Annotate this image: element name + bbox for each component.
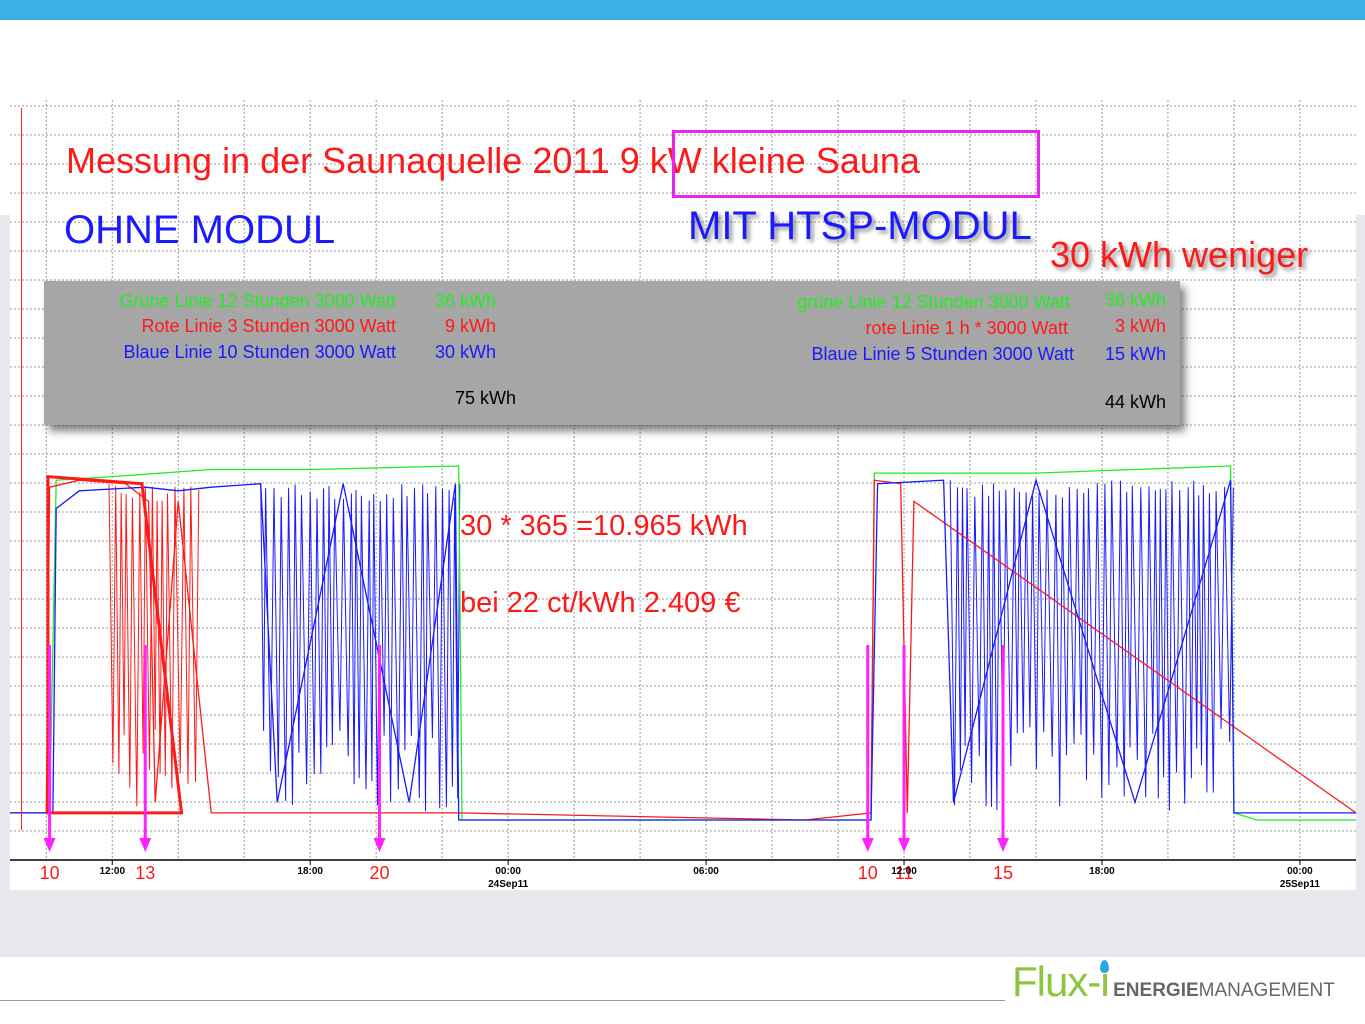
logo-wordmark: Flux-i [1012, 958, 1110, 1005]
arrow-head-icon [861, 838, 874, 852]
drop-icon [1100, 960, 1109, 973]
x-tick-label: 12:00 [99, 866, 125, 877]
x-tick-label: 18:00 [1089, 866, 1115, 877]
company-logo: Flux-i ENERGIEMANAGEMENT [1012, 958, 1335, 1006]
arrow-head-icon [373, 838, 386, 852]
calc-line-2: bei 22 ct/kWh 2.409 € [460, 587, 741, 619]
summary-right-value-2: 3 kWh [1114, 316, 1166, 336]
x-tick-label: 12:00 [891, 866, 917, 877]
summary-left-row-3: Blaue Linie 10 Stunden 3000 Watt [123, 342, 396, 362]
title-highlight-box [672, 130, 1040, 198]
x-tick-label: 18:00 [297, 866, 323, 877]
summary-left-row-1: Grüne Linie 12 Stunden 3000 Watt [119, 291, 396, 311]
x-tick-label: 00:00 [1287, 866, 1313, 877]
summary-right-row-3: Blaue Linie 5 Stunden 3000 Watt [811, 344, 1074, 364]
arrow-label: 10 [858, 863, 878, 883]
cycling-line-blue [260, 483, 461, 812]
summary-right-value-3: 15 kWh [1104, 344, 1166, 364]
savings-label: 30 kWh weniger [1050, 234, 1309, 275]
logo-energie: ENERGIE [1113, 980, 1199, 1001]
cycling-line-blue [949, 480, 1234, 811]
x-tick-label: 00:00 [495, 866, 521, 877]
chart-arrow-annotations: 10 13 20 10 11 15 [40, 645, 1013, 883]
summary-left-row-2: Rote Linie 3 Stunden 3000 Watt [141, 316, 396, 336]
arrow-label: 13 [135, 863, 155, 883]
summary-right-row-1: grüne Linie 12 Stunden 3000 Watt [797, 292, 1070, 312]
summary-right-total: 44 kWh [1104, 392, 1166, 412]
arrow-label: 10 [40, 863, 60, 883]
summary-left-value-1: 36 kWh [434, 291, 496, 311]
footer-divider [0, 1000, 1005, 1001]
summary-left-total: 75 kWh [454, 388, 516, 408]
summary-left-value-3: 30 kWh [434, 342, 496, 362]
x-tick-sublabel: 25Sep11 [1280, 879, 1320, 890]
summary-left-value-2: 9 kWh [444, 316, 496, 336]
logo-management: MANAGEMENT [1198, 980, 1335, 1001]
arrow-head-icon [43, 838, 56, 852]
arrow-label: 15 [993, 863, 1013, 883]
calc-line-1: 30 * 365 =10.965 kWh [460, 510, 748, 542]
summary-right-row-2: rote Linie 1 h * 3000 Watt [865, 318, 1068, 338]
x-tick-sublabel: 24Sep11 [488, 879, 528, 890]
right-section-label: MIT HTSP-MODUL [688, 204, 1032, 248]
summary-panel: Grüne Linie 12 Stunden 3000 Watt 36 kWh … [44, 281, 1180, 425]
chart-x-axis: 12:00 18:00 00:00 24Sep11 06:00 12:00 18:00 00:… [10, 859, 1356, 890]
left-section-label: OHNE MODUL [64, 208, 336, 252]
x-tick-label: 06:00 [693, 866, 719, 877]
arrow-head-icon [898, 838, 911, 852]
arrow-head-icon [997, 838, 1010, 852]
arrow-head-icon [139, 838, 152, 852]
summary-right-value-1: 36 kWh [1104, 290, 1166, 310]
arrow-label: 20 [369, 863, 389, 883]
